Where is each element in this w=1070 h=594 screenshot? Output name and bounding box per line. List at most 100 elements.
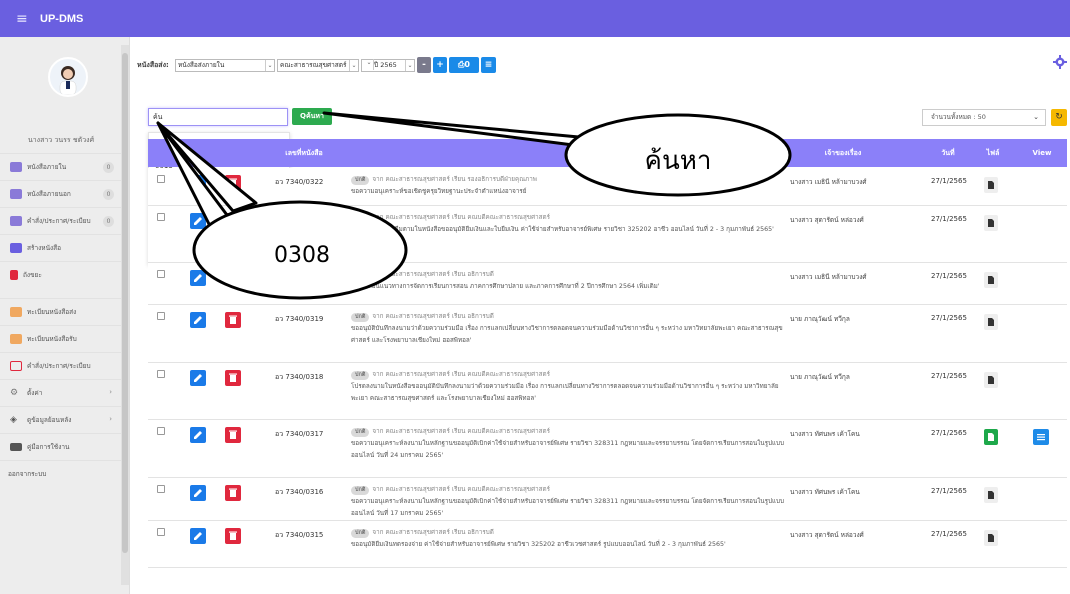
gear-icon[interactable] <box>1053 55 1067 69</box>
row-checkbox[interactable] <box>157 270 165 278</box>
edit-button[interactable] <box>190 485 206 501</box>
sidebar-item-manual[interactable]: คู่มือการใช้งาน <box>0 433 122 460</box>
file-button[interactable] <box>984 272 998 288</box>
app-brand[interactable]: UP-DMS <box>40 13 83 25</box>
delete-button[interactable] <box>225 175 241 191</box>
menu-button[interactable]: ≡ <box>481 57 496 73</box>
row-checkbox[interactable] <box>157 213 165 221</box>
doc-date: 27/1/2565 <box>931 530 967 538</box>
sidebar-item-label: ดูข้อมูลย้อนหลัง <box>27 416 72 424</box>
search-button[interactable]: Qค้นหา <box>292 108 332 125</box>
edit-button[interactable] <box>190 270 206 286</box>
pencil-icon <box>194 217 202 225</box>
doc-subject[interactable]: ปกติ จาก คณะสาธารณสุขศาสตร์ เรียน อธิการบ… <box>351 269 791 293</box>
row-checkbox[interactable] <box>157 528 165 536</box>
doc-from: จาก คณะสาธารณสุขศาสตร์ เรียน คณบดีคณะสาธ… <box>372 371 550 378</box>
pencil-icon <box>194 489 202 497</box>
header-file[interactable]: ไฟล์ <box>976 139 1010 167</box>
edit-button[interactable] <box>190 175 206 191</box>
file-button[interactable] <box>984 372 998 388</box>
header-view[interactable]: View <box>1022 139 1062 167</box>
delete-button[interactable] <box>225 270 241 286</box>
trash-icon <box>229 273 237 282</box>
row-checkbox[interactable] <box>157 485 165 493</box>
doc-title: ขอความอนุเคราะห์ลงนามในหลักฐานขออนุมัติเ… <box>351 440 785 459</box>
delete-button[interactable] <box>225 528 241 544</box>
refresh-button[interactable]: ↻ <box>1051 109 1067 126</box>
row-checkbox[interactable] <box>157 370 165 378</box>
table-row[interactable]: อว 7340/0316 ปกติ จาก คณะสาธารณสุขศาสตร์ เ… <box>148 478 1067 521</box>
sidebar-scrollbar[interactable] <box>121 45 129 585</box>
sidebar-item-trash[interactable]: ถังขยะ <box>0 261 122 288</box>
sidebar-item-incoming-register[interactable]: ทะเบียนหนังสือรับ <box>0 325 122 352</box>
table-row[interactable]: อว 7340/0318 ปกติ จาก คณะสาธารณสุขศาสตร์ เ… <box>148 363 1067 420</box>
edit-button[interactable] <box>190 213 206 229</box>
file-button[interactable] <box>984 215 998 231</box>
delete-button[interactable] <box>225 485 241 501</box>
doc-subject[interactable]: ปกติ จาก คณะสาธารณสุขศาสตร์ เรียน คณบดีคณ… <box>351 369 791 405</box>
sidebar-item-outgoing-register[interactable]: ทะเบียนหนังสือส่ง <box>0 298 122 325</box>
header-docno[interactable]: เลขที่หนังสือ <box>272 139 336 167</box>
view-button[interactable] <box>1033 429 1049 445</box>
file-button[interactable] <box>984 530 998 546</box>
delete-button[interactable] <box>225 312 241 328</box>
edit-button[interactable] <box>190 312 206 328</box>
row-checkbox[interactable] <box>157 312 165 320</box>
page-size-select[interactable]: จำนวนทั้งหมด : 50 ⌄ <box>922 109 1046 126</box>
sidebar-menu: หนังสือภายใน 0 หนังสือภายนอก 0 คำสั่ง/ประก… <box>0 153 122 487</box>
table-row[interactable]: อว 7340/0321 ปกติ จาก คณะสาธารณสุขศาสตร์ เ… <box>148 206 1067 263</box>
year-spinner[interactable]: ⌄ <box>365 59 374 70</box>
hamburger-menu-icon[interactable]: ≡ <box>16 11 28 27</box>
minus-button[interactable]: - <box>417 57 431 73</box>
doc-subject[interactable]: ปกติ จาก คณะสาธารณสุขศาสตร์ เรียน อธิการบ… <box>351 527 791 551</box>
scrollbar-thumb[interactable] <box>122 53 128 553</box>
add-button[interactable]: + <box>433 57 447 73</box>
pencil-icon <box>194 316 202 324</box>
edit-button[interactable] <box>190 370 206 386</box>
table-row[interactable]: อว 7340/0322 ปกติ จาก คณะสาธารณสุขศาสตร์ เ… <box>148 168 1067 206</box>
file-button[interactable] <box>984 487 998 503</box>
edit-button[interactable] <box>190 528 206 544</box>
sidebar-item-create-doc[interactable]: สร้างหนังสือ <box>0 234 122 261</box>
row-checkbox[interactable] <box>157 175 165 183</box>
table-row[interactable]: อว 7340/0315 ปกติ จาก คณะสาธารณสุขศาสตร์ เ… <box>148 521 1067 568</box>
delete-button[interactable] <box>225 370 241 386</box>
file-button[interactable] <box>984 314 998 330</box>
sidebar-item-internal-docs[interactable]: หนังสือภายใน 0 <box>0 153 122 180</box>
sidebar-item-orders-register[interactable]: คำสั่ง/ประกาศ/ระเบียบ <box>0 352 122 379</box>
sidebar-item-orders[interactable]: คำสั่ง/ประกาศ/ระเบียบ 0 <box>0 207 122 234</box>
header-date[interactable]: วันที่ <box>918 139 978 167</box>
doc-type-value: หนังสือส่งภายใน <box>178 61 225 69</box>
delete-button[interactable] <box>225 213 241 229</box>
sidebar-item-label: คู่มือการใช้งาน <box>27 443 70 451</box>
doc-subject[interactable]: ปกติ จาก คณะสาธารณสุขศาสตร์ เรียน คณบดีคณ… <box>351 212 791 236</box>
row-checkbox[interactable] <box>157 427 165 435</box>
search-input[interactable]: ค้น <box>148 108 288 126</box>
print-button[interactable]: ⎙0 <box>449 57 479 73</box>
delete-button[interactable] <box>225 427 241 443</box>
sidebar-item-settings[interactable]: ⚙ ตั้งค่า › <box>0 379 122 406</box>
doc-date: 27/1/2565 <box>931 215 967 223</box>
sidebar-item-external-docs[interactable]: หนังสือภายนอก 0 <box>0 180 122 207</box>
edit-button[interactable] <box>190 427 206 443</box>
doc-subject[interactable]: ปกติ จาก คณะสาธารณสุขศาสตร์ เรียน อธิการบ… <box>351 311 791 347</box>
faculty-select[interactable]: คณะสาธารณสุขศาสตร์ ⌄ <box>277 59 359 72</box>
doc-subject[interactable]: ปกติ จาก คณะสาธารณสุขศาสตร์ เรียน รองอธิก… <box>351 174 791 198</box>
priority-badge: ปกติ <box>351 428 370 437</box>
sidebar-item-label: หนังสือภายนอก <box>27 190 71 198</box>
header-owner[interactable]: เจ้าของเรื่อง <box>788 139 898 167</box>
sidebar-item-logout[interactable]: ออกจากระบบ <box>0 460 122 487</box>
file-icon <box>988 433 994 441</box>
folder-icon <box>10 189 22 199</box>
doc-owner: นาย ภาณุวัฒน์ ทวีกุล <box>790 373 850 381</box>
doc-subject[interactable]: ปกติ จาก คณะสาธารณสุขศาสตร์ เรียน คณบดีคณ… <box>351 426 791 462</box>
table-row[interactable]: อว 7340/0319 ปกติ จาก คณะสาธารณสุขศาสตร์ เ… <box>148 305 1067 363</box>
doc-subject[interactable]: ปกติ จาก คณะสาธารณสุขศาสตร์ เรียน คณบดีคณ… <box>351 484 791 520</box>
table-row[interactable]: อว 7340/0317 ปกติ จาก คณะสาธารณสุขศาสตร์ เ… <box>148 420 1067 478</box>
doc-number: อว 7340/0315 <box>275 531 324 539</box>
file-button[interactable] <box>984 429 998 445</box>
doc-type-select[interactable]: หนังสือส่งภายใน ⌄ <box>175 59 275 72</box>
file-button[interactable] <box>984 177 998 193</box>
table-row[interactable]: อว 7340/0320 ปกติ จาก คณะสาธารณสุขศาสตร์ เ… <box>148 263 1067 305</box>
sidebar-item-history[interactable]: ◈ ดูข้อมูลย้อนหลัง › <box>0 406 122 433</box>
